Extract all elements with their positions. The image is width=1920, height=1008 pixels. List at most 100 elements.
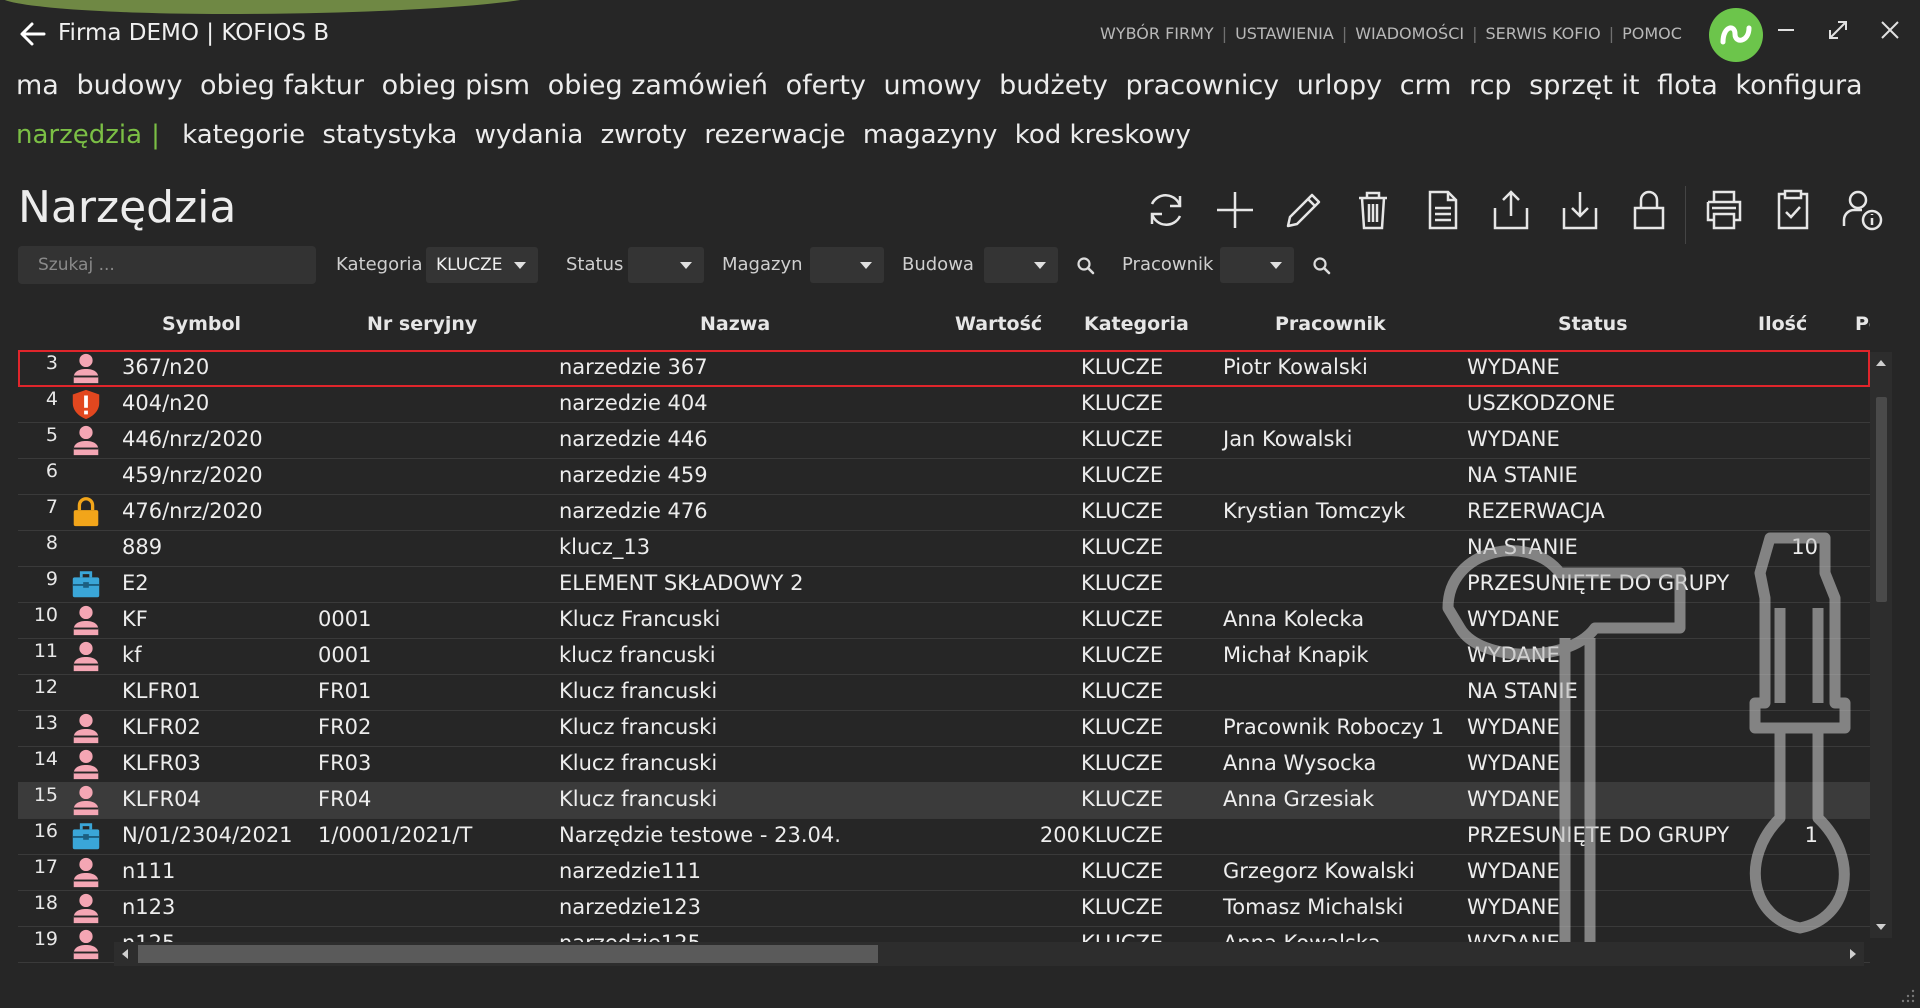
column-header-pracownik[interactable]: Pracownik xyxy=(1275,313,1386,335)
lock-icon[interactable] xyxy=(1625,186,1673,234)
column-header-nazwa[interactable]: Nazwa xyxy=(700,313,770,335)
name-cell: Klucz francuski xyxy=(559,715,718,739)
subnav-item-rezerwacje[interactable]: rezerwacje xyxy=(704,120,845,150)
name-cell: Narzędzie testowe - 23.04. xyxy=(559,823,841,847)
budowa-select[interactable] xyxy=(984,247,1058,283)
nav-item-budzety[interactable]: budżety xyxy=(999,70,1108,101)
subnav-item-magazyny[interactable]: magazyny xyxy=(863,120,998,150)
table-row[interactable]: 6 459/nrz/2020 narzedzie 459 KLUCZE NA STANI… xyxy=(18,458,1870,495)
category-cell: KLUCZE xyxy=(1081,535,1164,559)
horizontal-scroll-thumb[interactable] xyxy=(138,945,878,963)
nav-item-rcp[interactable]: rcp xyxy=(1469,70,1512,101)
nav-item-obieg-zamowien[interactable]: obieg zamówień xyxy=(548,70,768,101)
table-row[interactable]: 15 KLFR04 FR04 Klucz francuski KLUCZE Anna Gr… xyxy=(18,782,1870,819)
padlock-icon xyxy=(73,497,99,527)
name-cell: Klucz Francuski xyxy=(559,607,721,631)
link-wybor-firmy[interactable]: WYBÓR FIRMY xyxy=(1100,24,1214,43)
table-row[interactable]: 16 N/01/2304/2021 1/0001/2021/T Narzędzie t… xyxy=(18,818,1870,855)
subnav-item-statystyka[interactable]: statystyka xyxy=(322,120,457,150)
horizontal-scrollbar[interactable] xyxy=(114,942,1864,966)
scroll-down-arrow-icon[interactable] xyxy=(1870,916,1892,938)
refresh-icon[interactable] xyxy=(1142,186,1190,234)
maximize-icon[interactable] xyxy=(1818,10,1858,50)
nav-item-obieg-faktur[interactable]: obieg faktur xyxy=(200,70,364,101)
document-icon[interactable] xyxy=(1418,186,1466,234)
nav-item-konfigura[interactable]: konfigura xyxy=(1735,70,1862,101)
status-cell: NA STANIE xyxy=(1467,679,1578,703)
table-row[interactable]: 12 KLFR01 FR01 Klucz francuski KLUCZE NA STAN… xyxy=(18,674,1870,711)
table-row[interactable]: 7 476/nrz/2020 narzedzie 476 KLUCZE Krystian… xyxy=(18,494,1870,531)
print-icon[interactable] xyxy=(1700,186,1748,234)
export-icon[interactable] xyxy=(1487,186,1535,234)
chevron-down-icon xyxy=(860,262,872,269)
search-input[interactable] xyxy=(18,246,316,284)
back-arrow-icon[interactable] xyxy=(14,14,54,54)
subnav-item-zwroty[interactable]: zwroty xyxy=(601,120,688,150)
column-header-symbol[interactable]: Symbol xyxy=(162,313,241,335)
chevron-down-icon xyxy=(1034,262,1046,269)
resize-grip-icon[interactable] xyxy=(1900,988,1916,1004)
chevron-down-icon xyxy=(514,262,526,269)
column-header-wartosc[interactable]: Wartość xyxy=(955,313,1042,335)
link-wiadomosci[interactable]: WIADOMOŚCI xyxy=(1355,24,1464,43)
column-header-kategoria[interactable]: Kategoria xyxy=(1084,313,1189,335)
scroll-right-arrow-icon[interactable] xyxy=(1842,943,1864,965)
chevron-down-icon xyxy=(680,262,692,269)
table-row[interactable]: 14 KLFR03 FR03 Klucz francuski KLUCZE Anna Wy… xyxy=(18,746,1870,783)
kofio-logo-icon[interactable] xyxy=(1709,8,1763,62)
nav-item-umowy[interactable]: umowy xyxy=(884,70,982,101)
link-ustawienia[interactable]: USTAWIENIA xyxy=(1235,24,1334,43)
user-info-icon[interactable] xyxy=(1838,186,1886,234)
table-row[interactable]: 11 kf 0001 klucz francuski KLUCZE Michał Knap… xyxy=(18,638,1870,675)
column-header-status[interactable]: Status xyxy=(1558,313,1628,335)
scroll-up-arrow-icon[interactable] xyxy=(1870,352,1892,374)
table-row[interactable]: 5 446/nrz/2020 narzedzie 446 KLUCZE Jan Kowa… xyxy=(18,422,1870,459)
subnav-item-narzedzia[interactable]: narzędzia xyxy=(16,120,142,150)
search-icon[interactable] xyxy=(1312,256,1332,276)
nav-item-sprzet-it[interactable]: sprzęt it xyxy=(1529,70,1639,101)
vertical-scroll-thumb[interactable] xyxy=(1876,397,1887,602)
nav-item-ma[interactable]: ma xyxy=(16,70,59,101)
vertical-scrollbar[interactable] xyxy=(1870,352,1892,938)
table-row[interactable]: 18 n123 narzedzie123 KLUCZE Tomasz Michalski… xyxy=(18,890,1870,927)
link-serwis-kofio[interactable]: SERWIS KOFIO xyxy=(1485,24,1600,43)
status-cell: USZKODZONE xyxy=(1467,391,1616,415)
status-select[interactable] xyxy=(628,247,704,283)
pracownik-select[interactable] xyxy=(1220,247,1294,283)
table-row[interactable]: 17 n111 narzedzie111 KLUCZE Grzegorz Kowalsk… xyxy=(18,854,1870,891)
table-row[interactable]: 10 KF 0001 Klucz Francuski KLUCZE Anna Koleck… xyxy=(18,602,1870,639)
nav-item-pracownicy[interactable]: pracownicy xyxy=(1125,70,1279,101)
nav-item-crm[interactable]: crm xyxy=(1400,70,1452,101)
table-row[interactable]: 13 KLFR02 FR02 Klucz francuski KLUCZE Pracown… xyxy=(18,710,1870,747)
table-row[interactable]: 4 404/n20 narzedzie 404 KLUCZE USZKODZONE xyxy=(18,386,1870,423)
table-row[interactable]: 9 E2 ELEMENT SKŁADOWY 2 KLUCZE PRZESUNIĘTE D… xyxy=(18,566,1870,603)
edit-icon[interactable] xyxy=(1280,186,1328,234)
clipboard-icon[interactable] xyxy=(1769,186,1817,234)
nav-item-oferty[interactable]: oferty xyxy=(786,70,866,101)
subnav-item-wydania[interactable]: wydania xyxy=(475,120,584,150)
category-cell: KLUCZE xyxy=(1081,715,1164,739)
scroll-left-arrow-icon[interactable] xyxy=(114,943,136,965)
column-header-po[interactable]: Po xyxy=(1855,313,1870,335)
nav-item-budowy[interactable]: budowy xyxy=(76,70,182,101)
close-icon[interactable] xyxy=(1870,10,1910,50)
column-header-ilosc[interactable]: Ilość xyxy=(1758,313,1807,335)
column-header-nr-seryjny[interactable]: Nr seryjny xyxy=(367,313,477,335)
user-icon xyxy=(73,857,99,888)
user-icon xyxy=(73,605,99,636)
import-icon[interactable] xyxy=(1556,186,1604,234)
nav-item-urlopy[interactable]: urlopy xyxy=(1297,70,1382,101)
nav-item-obieg-pism[interactable]: obieg pism xyxy=(382,70,531,101)
link-pomoc[interactable]: POMOC xyxy=(1622,24,1682,43)
delete-icon[interactable] xyxy=(1349,186,1397,234)
kategoria-select[interactable]: KLUCZE xyxy=(426,247,538,283)
nav-item-flota[interactable]: flota xyxy=(1657,70,1718,101)
add-icon[interactable] xyxy=(1211,186,1259,234)
subnav-item-kod-kreskowy[interactable]: kod kreskowy xyxy=(1015,120,1191,150)
magazyn-select[interactable] xyxy=(810,247,884,283)
subnav-item-kategorie[interactable]: kategorie xyxy=(182,120,305,150)
search-icon[interactable] xyxy=(1076,256,1096,276)
table-row[interactable]: 8 889 klucz_13 KLUCZE NA STANIE 10 xyxy=(18,530,1870,567)
table-row[interactable]: 3 367/n20 narzedzie 367 KLUCZE Piotr Kowalsk… xyxy=(18,350,1870,387)
minimize-icon[interactable] xyxy=(1766,10,1806,50)
